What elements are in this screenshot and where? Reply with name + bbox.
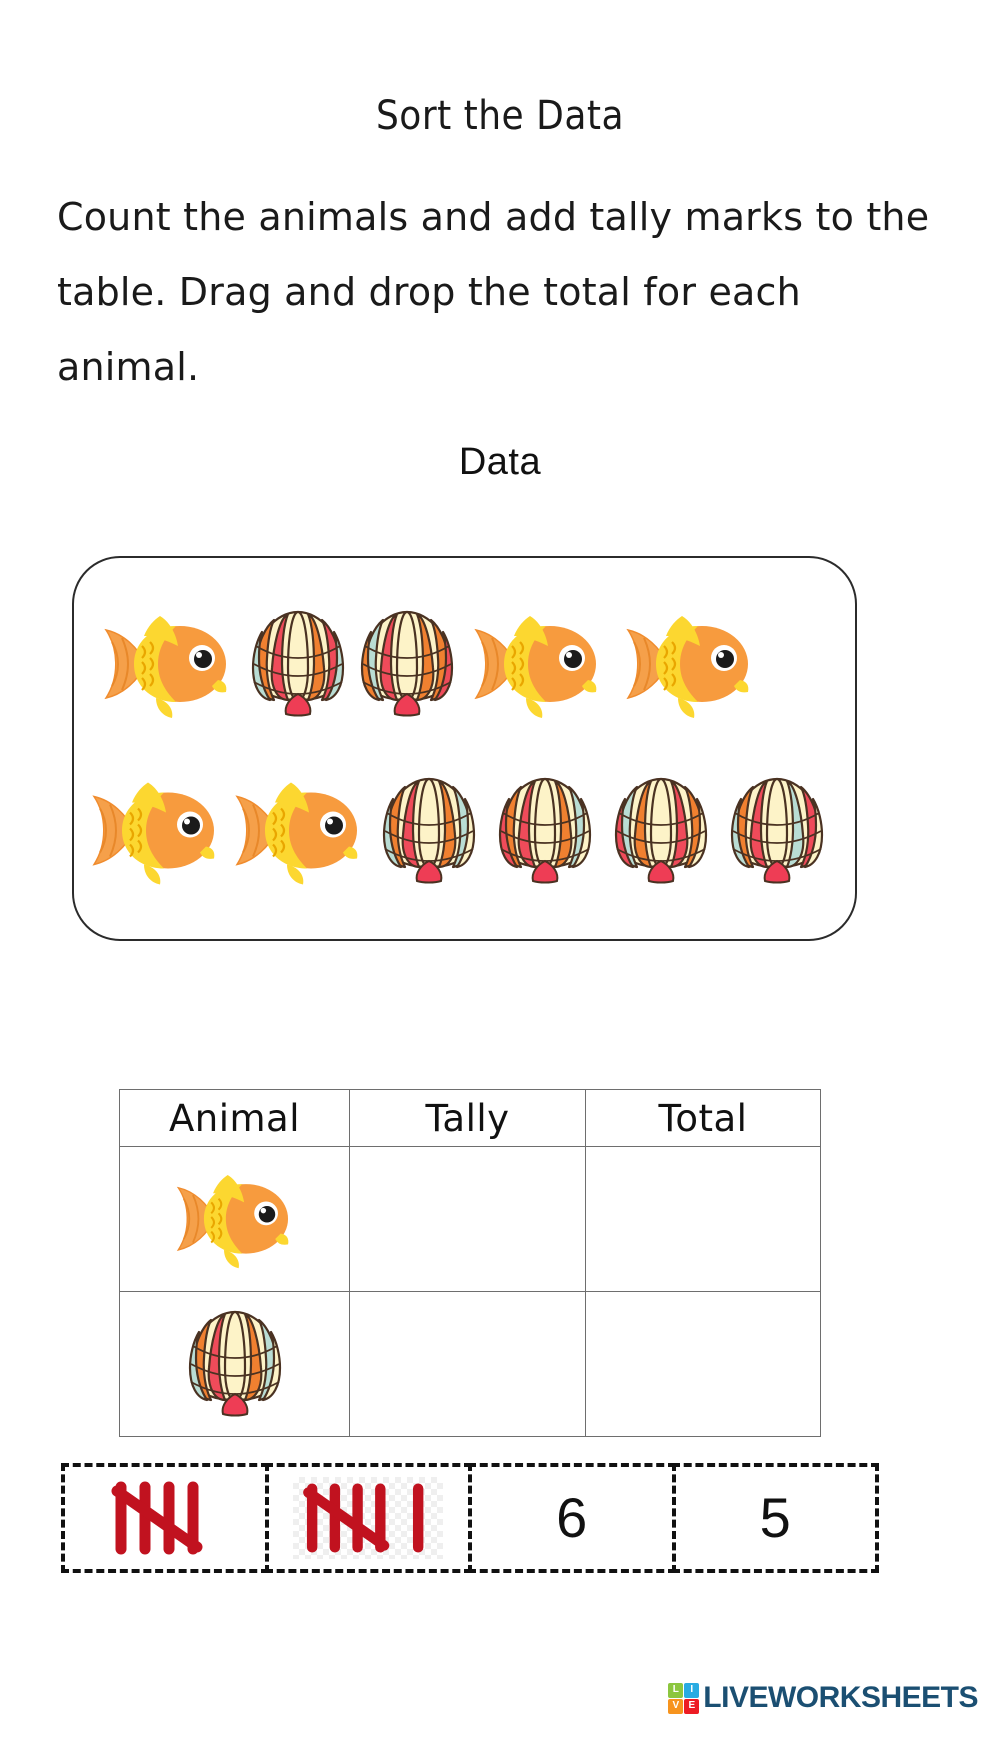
data-row-1	[74, 582, 855, 742]
fish-icon	[92, 602, 244, 722]
tally-5-icon	[111, 1481, 203, 1555]
data-row-2	[74, 746, 855, 911]
row-total-cell-shell[interactable]	[585, 1291, 821, 1437]
table-row	[119, 1146, 821, 1292]
draggable-tally-6[interactable]	[264, 1463, 472, 1573]
answer-value: 6	[556, 1486, 588, 1549]
fish-icon	[462, 602, 614, 722]
draggable-number-5[interactable]: 5	[671, 1463, 879, 1573]
draggable-tally-5[interactable]	[61, 1463, 269, 1573]
data-section-label: Data	[458, 440, 542, 483]
fish-icon	[614, 602, 766, 722]
logo-wordmark: LIVEWORKSHEETS	[703, 1681, 978, 1714]
column-header-tally: Tally	[349, 1089, 586, 1147]
row-tally-cell-shell[interactable]	[349, 1291, 586, 1437]
logo-tile-e: E	[684, 1698, 700, 1714]
data-box	[72, 556, 857, 941]
tally-table: Animal Tally Total	[119, 1089, 821, 1437]
tally-6-icon	[297, 1479, 440, 1557]
fish-icon	[226, 766, 371, 891]
logo-tile-v: V	[668, 1698, 684, 1714]
draggable-answer-strip: 6 5	[61, 1463, 879, 1573]
liveworksheets-logo[interactable]: L I V E LIVEWORKSHEETS	[668, 1681, 978, 1715]
column-header-total: Total	[585, 1089, 821, 1147]
page-title: Sort the Data	[375, 93, 625, 139]
logo-tile-l: L	[668, 1682, 684, 1698]
instructions-text: Count the animals and add tally marks to…	[57, 195, 930, 389]
shell-icon	[371, 769, 487, 889]
logo-tile-i: I	[684, 1682, 700, 1698]
shell-icon	[244, 602, 352, 722]
draggable-number-6[interactable]: 6	[468, 1463, 676, 1573]
shell-icon	[188, 1310, 281, 1416]
live-tiles-icon: L I V E	[668, 1682, 700, 1714]
row-animal-fish	[119, 1146, 350, 1292]
shell-icon	[719, 769, 835, 889]
row-tally-cell-fish[interactable]	[349, 1146, 586, 1292]
shell-icon	[352, 602, 462, 722]
row-total-cell-fish[interactable]	[585, 1146, 821, 1292]
row-animal-shell	[119, 1291, 350, 1437]
table-row	[119, 1291, 821, 1437]
fish-icon	[86, 766, 226, 891]
table-header-row: Animal Tally Total	[119, 1089, 821, 1147]
fish-icon	[176, 1174, 288, 1268]
column-header-animal: Animal	[119, 1089, 350, 1147]
shell-icon	[487, 769, 603, 889]
answer-value: 5	[759, 1486, 791, 1549]
shell-icon	[603, 769, 719, 889]
